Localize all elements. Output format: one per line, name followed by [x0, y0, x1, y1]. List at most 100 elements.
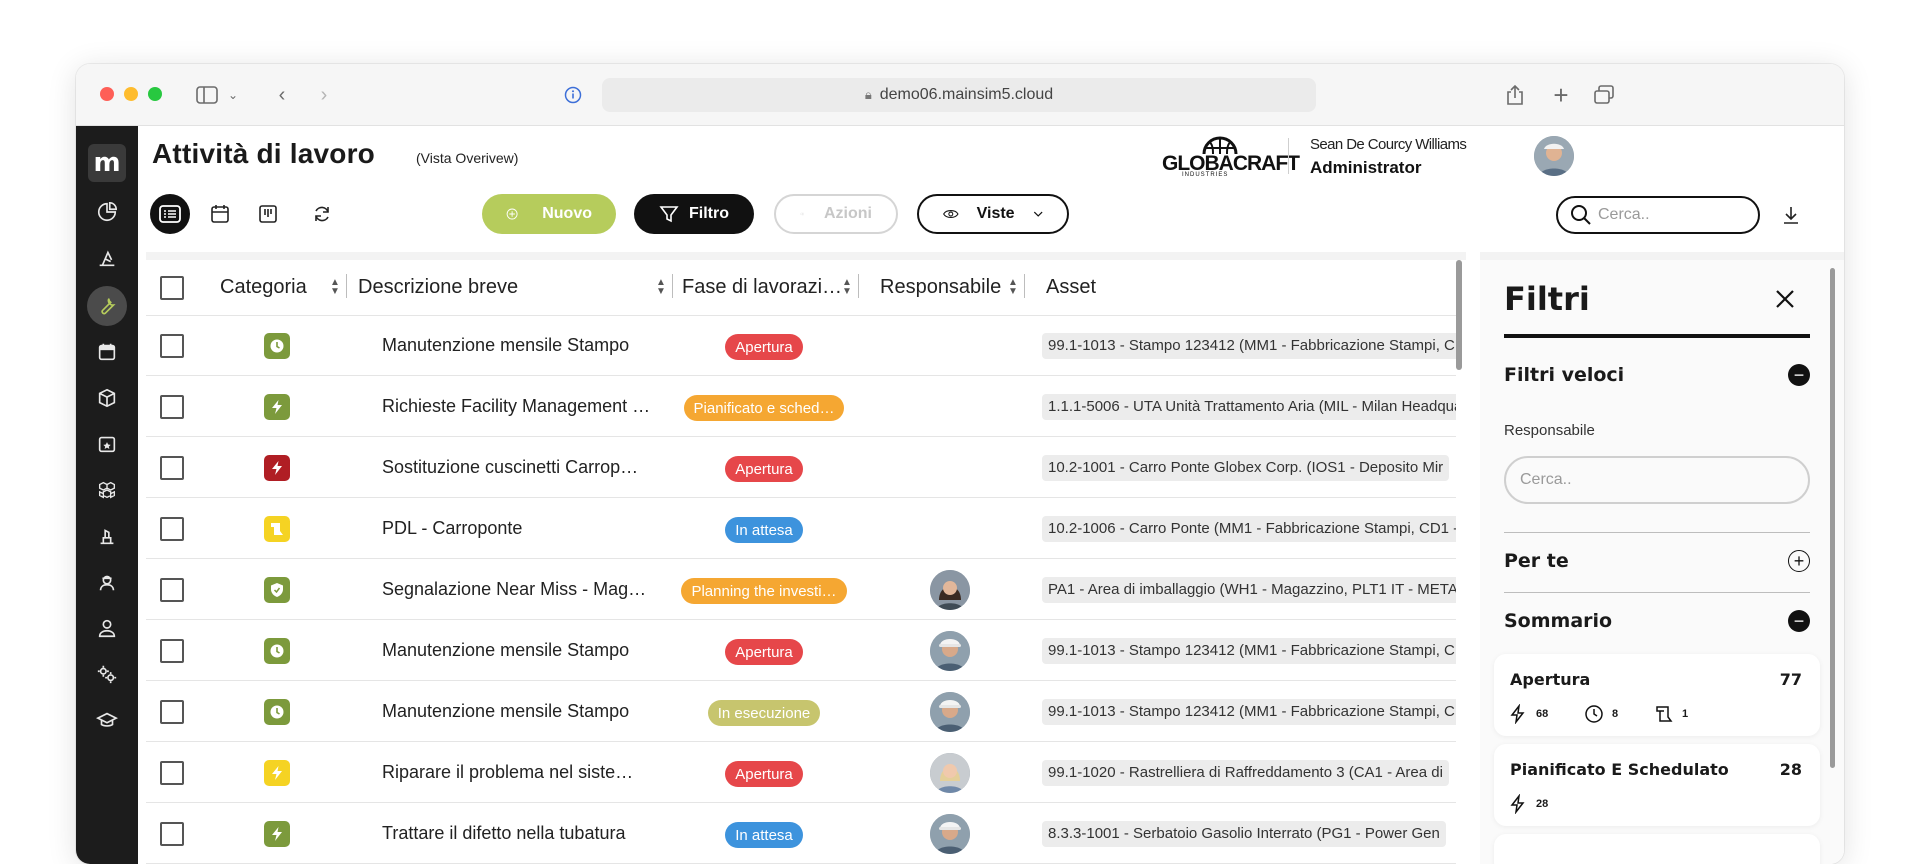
row-description[interactable]: Segnalazione Near Miss - Maga… — [382, 579, 656, 600]
column-owner[interactable]: Responsabile — [880, 276, 1001, 299]
owner-avatar[interactable] — [930, 631, 970, 671]
stat-reactive[interactable]: 28 — [1508, 794, 1548, 814]
owner-avatar[interactable] — [930, 753, 970, 793]
table-scrollbar[interactable] — [1456, 260, 1462, 370]
wrench-icon[interactable] — [87, 286, 127, 326]
table-row[interactable]: Sostituzione cuscinetti Carrop… Apertura 1… — [146, 438, 1456, 498]
owner-avatar[interactable] — [930, 692, 970, 732]
table-row[interactable]: Richieste Facility Management … Pianifica… — [146, 377, 1456, 437]
close-window-button[interactable] — [100, 87, 114, 101]
user-avatar[interactable] — [1534, 136, 1574, 176]
quick-filters-title[interactable]: Filtri veloci — [1504, 364, 1624, 386]
for-you-title[interactable]: Per te — [1504, 550, 1569, 572]
owner-filter-box[interactable] — [1504, 456, 1810, 504]
refresh-button[interactable] — [302, 194, 342, 234]
download-icon[interactable] — [1776, 200, 1806, 230]
share-icon[interactable] — [1504, 82, 1526, 108]
select-all-checkbox[interactable] — [160, 276, 184, 300]
new-tab-icon[interactable]: + — [1550, 80, 1572, 110]
asset-tag[interactable]: PA1 - Area di imballaggio (WH1 - Magazzi… — [1042, 577, 1456, 603]
summary-card[interactable]: Pianificato E Schedulato 28 28 — [1494, 744, 1820, 826]
row-checkbox[interactable] — [160, 822, 184, 846]
table-row[interactable]: Manutenzione mensile Stampo Apertura 99.1-… — [146, 316, 1456, 376]
asset-tag[interactable]: 1.1.1-5006 - UTA Unità Trattamento Aria … — [1042, 394, 1456, 420]
sort-icon[interactable]: ▲ ▼ — [1008, 278, 1018, 297]
app-logo[interactable]: m — [88, 144, 126, 182]
row-checkbox[interactable] — [160, 639, 184, 663]
asset-tag[interactable]: 99.1-1013 - Stampo 123412 (MM1 - Fabbric… — [1042, 638, 1456, 664]
asset-tag[interactable]: 99.1-1013 - Stampo 123412 (MM1 - Fabbric… — [1042, 333, 1456, 359]
box-icon[interactable] — [87, 378, 127, 418]
training-icon[interactable] — [87, 700, 127, 740]
row-description[interactable]: PDL - Carroponte — [382, 518, 656, 539]
forward-icon[interactable]: › — [314, 82, 334, 108]
technician-icon[interactable] — [87, 562, 127, 602]
owner-filter-input[interactable] — [1520, 471, 1790, 489]
row-description[interactable]: Trattare il difetto nella tubatura — [382, 823, 656, 844]
calendar-icon[interactable] — [87, 332, 127, 372]
list-view-button[interactable] — [150, 194, 190, 234]
asset-tag[interactable]: 99.1-1013 - Stampo 123412 (MM1 - Fabbric… — [1042, 699, 1456, 725]
row-checkbox[interactable] — [160, 395, 184, 419]
asset-tag[interactable]: 99.1-1020 - Rastrelliera di Raffreddamen… — [1042, 760, 1449, 786]
sort-icon[interactable]: ▲ ▼ — [656, 278, 666, 297]
expand-icon[interactable]: + — [1788, 550, 1810, 572]
dashboard-icon[interactable] — [87, 192, 127, 232]
actions-button[interactable]: Azioni — [774, 194, 898, 234]
row-checkbox[interactable] — [160, 700, 184, 724]
row-description[interactable]: Manutenzione mensile Stampo — [382, 701, 656, 722]
maximize-window-button[interactable] — [148, 87, 162, 101]
table-row[interactable]: Manutenzione mensile Stampo Apertura 99.1-… — [146, 621, 1456, 681]
new-button[interactable]: Nuovo — [482, 194, 616, 234]
minimize-window-button[interactable] — [124, 87, 138, 101]
row-checkbox[interactable] — [160, 456, 184, 480]
column-phase[interactable]: Fase di lavorazi… — [682, 276, 842, 299]
owner-avatar[interactable] — [930, 814, 970, 854]
row-description[interactable]: Riparare il problema nel siste… — [382, 762, 656, 783]
stat-scheduled[interactable]: 8 — [1584, 704, 1618, 724]
row-checkbox[interactable] — [160, 334, 184, 358]
kanban-view-button[interactable] — [248, 194, 288, 234]
collapse-icon[interactable]: − — [1788, 610, 1810, 632]
table-row[interactable]: Segnalazione Near Miss - Maga… Planning t… — [146, 560, 1456, 620]
column-description[interactable]: Descrizione breve — [358, 276, 518, 299]
asset-tag[interactable]: 10.2-1001 - Carro Ponte Globex Corp. (IO… — [1042, 455, 1450, 481]
row-checkbox[interactable] — [160, 761, 184, 785]
views-dropdown[interactable]: Viste — [917, 194, 1069, 234]
settings-icon[interactable] — [87, 654, 127, 694]
table-row[interactable]: Riparare il problema nel siste… Apertura 9… — [146, 743, 1456, 803]
summary-card[interactable]: Apertura 77 68 8 1 — [1494, 654, 1820, 736]
close-icon[interactable] — [1770, 284, 1800, 314]
filters-scrollbar[interactable] — [1830, 268, 1835, 768]
stock-icon[interactable] — [87, 470, 127, 510]
table-row[interactable]: Trattare il difetto nella tubatura In att… — [146, 804, 1456, 864]
row-description[interactable]: Sostituzione cuscinetti Carrop… — [382, 457, 656, 478]
row-checkbox[interactable] — [160, 578, 184, 602]
stat-request[interactable]: 1 — [1654, 704, 1688, 724]
row-description[interactable]: Manutenzione mensile Stampo — [382, 335, 656, 356]
asset-tag[interactable]: 8.3.3-1001 - Serbatoio Gasolio Interrato… — [1042, 821, 1446, 847]
owner-avatar[interactable] — [930, 570, 970, 610]
calendar-view-button[interactable] — [200, 194, 240, 234]
column-category[interactable]: Categoria — [220, 276, 307, 299]
summary-title[interactable]: Sommario — [1504, 610, 1612, 632]
asset-tag[interactable]: 10.2-1006 - Carro Ponte (MM1 - Fabbricaz… — [1042, 516, 1456, 542]
table-row[interactable]: PDL - Carroponte In attesa 10.2-1006 - Car… — [146, 499, 1456, 559]
filter-button[interactable]: Filtro — [634, 194, 754, 234]
sidebar-toggle-icon[interactable] — [194, 82, 220, 108]
collapse-icon[interactable]: − — [1788, 364, 1810, 386]
back-icon[interactable]: ‹ — [272, 82, 292, 108]
plant-icon[interactable] — [87, 516, 127, 556]
sort-icon[interactable]: ▲ ▼ — [842, 278, 852, 297]
summary-card[interactable] — [1494, 834, 1820, 864]
calendar-star-icon[interactable] — [87, 424, 127, 464]
info-icon[interactable] — [562, 82, 584, 108]
stat-reactive[interactable]: 68 — [1508, 704, 1548, 724]
sort-icon[interactable]: ▲ ▼ — [330, 278, 340, 297]
construction-icon[interactable] — [87, 238, 127, 278]
row-description[interactable]: Richieste Facility Management … — [382, 396, 656, 417]
user-icon[interactable] — [87, 608, 127, 648]
row-description[interactable]: Manutenzione mensile Stampo — [382, 640, 656, 661]
row-checkbox[interactable] — [160, 517, 184, 541]
column-asset[interactable]: Asset — [1046, 276, 1096, 299]
